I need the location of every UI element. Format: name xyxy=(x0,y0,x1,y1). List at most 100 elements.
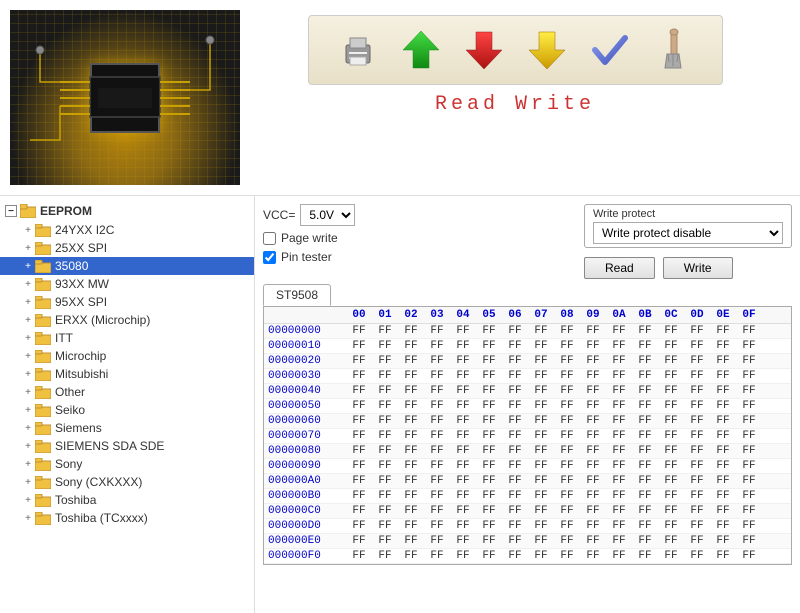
hex-byte-7-4[interactable]: FF xyxy=(452,430,474,442)
hex-byte-4-6[interactable]: FF xyxy=(504,385,526,397)
hex-byte-6-12[interactable]: FF xyxy=(660,415,682,427)
hex-byte-2-5[interactable]: FF xyxy=(478,355,500,367)
hex-byte-4-11[interactable]: FF xyxy=(634,385,656,397)
hex-byte-14-7[interactable]: FF xyxy=(530,535,552,547)
tree-item-24yxx-i2c[interactable]: +24YXX I2C xyxy=(0,221,254,239)
tree-item-sony[interactable]: +Sony xyxy=(0,455,254,473)
hex-byte-9-3[interactable]: FF xyxy=(426,460,448,472)
hex-byte-15-11[interactable]: FF xyxy=(634,550,656,562)
tree-item-siemens-sda-sde[interactable]: +SIEMENS SDA SDE xyxy=(0,437,254,455)
hex-byte-15-10[interactable]: FF xyxy=(608,550,630,562)
hex-byte-10-9[interactable]: FF xyxy=(582,475,604,487)
hex-byte-10-7[interactable]: FF xyxy=(530,475,552,487)
hex-byte-10-12[interactable]: FF xyxy=(660,475,682,487)
hex-byte-11-12[interactable]: FF xyxy=(660,490,682,502)
verify-button[interactable] xyxy=(586,26,634,74)
hex-byte-8-5[interactable]: FF xyxy=(478,445,500,457)
hex-byte-1-3[interactable]: FF xyxy=(426,340,448,352)
tree-item-seiko[interactable]: +Seiko xyxy=(0,401,254,419)
hex-byte-3-15[interactable]: FF xyxy=(738,370,760,382)
hex-byte-2-12[interactable]: FF xyxy=(660,355,682,367)
tree-expander-9[interactable]: + xyxy=(21,385,35,399)
hex-byte-7-5[interactable]: FF xyxy=(478,430,500,442)
tree-expander-15[interactable]: + xyxy=(21,493,35,507)
hex-row-00000000[interactable]: 00000000FFFFFFFFFFFFFFFFFFFFFFFFFFFFFFFF xyxy=(264,324,791,339)
hex-byte-10-8[interactable]: FF xyxy=(556,475,578,487)
hex-byte-10-1[interactable]: FF xyxy=(374,475,396,487)
hex-byte-0-13[interactable]: FF xyxy=(686,325,708,337)
hex-byte-15-0[interactable]: FF xyxy=(348,550,370,562)
tree-expander-3[interactable]: + xyxy=(21,277,35,291)
hex-byte-13-10[interactable]: FF xyxy=(608,520,630,532)
hex-byte-3-11[interactable]: FF xyxy=(634,370,656,382)
hex-byte-0-4[interactable]: FF xyxy=(452,325,474,337)
hex-byte-4-7[interactable]: FF xyxy=(530,385,552,397)
tree-expander-2[interactable]: + xyxy=(21,259,35,273)
hex-byte-10-10[interactable]: FF xyxy=(608,475,630,487)
upload-button[interactable] xyxy=(397,26,445,74)
hex-byte-14-2[interactable]: FF xyxy=(400,535,422,547)
hex-byte-3-5[interactable]: FF xyxy=(478,370,500,382)
write-button[interactable]: Write xyxy=(663,257,733,279)
hex-byte-9-9[interactable]: FF xyxy=(582,460,604,472)
hex-byte-5-5[interactable]: FF xyxy=(478,400,500,412)
hex-byte-0-14[interactable]: FF xyxy=(712,325,734,337)
hex-byte-1-1[interactable]: FF xyxy=(374,340,396,352)
hex-byte-0-2[interactable]: FF xyxy=(400,325,422,337)
hex-byte-14-10[interactable]: FF xyxy=(608,535,630,547)
hex-byte-9-14[interactable]: FF xyxy=(712,460,734,472)
hex-byte-6-6[interactable]: FF xyxy=(504,415,526,427)
tree-expander-6[interactable]: + xyxy=(21,331,35,345)
hex-byte-13-4[interactable]: FF xyxy=(452,520,474,532)
hex-byte-11-10[interactable]: FF xyxy=(608,490,630,502)
hex-byte-9-8[interactable]: FF xyxy=(556,460,578,472)
hex-byte-12-3[interactable]: FF xyxy=(426,505,448,517)
save-button[interactable] xyxy=(523,26,571,74)
hex-byte-6-3[interactable]: FF xyxy=(426,415,448,427)
hex-byte-12-12[interactable]: FF xyxy=(660,505,682,517)
hex-byte-13-2[interactable]: FF xyxy=(400,520,422,532)
hex-byte-5-7[interactable]: FF xyxy=(530,400,552,412)
hex-byte-2-14[interactable]: FF xyxy=(712,355,734,367)
hex-byte-15-8[interactable]: FF xyxy=(556,550,578,562)
hex-byte-12-5[interactable]: FF xyxy=(478,505,500,517)
hex-byte-1-5[interactable]: FF xyxy=(478,340,500,352)
hex-row-000000D0[interactable]: 000000D0FFFFFFFFFFFFFFFFFFFFFFFFFFFFFFFF xyxy=(264,519,791,534)
hex-row-00000010[interactable]: 00000010FFFFFFFFFFFFFFFFFFFFFFFFFFFFFFFF xyxy=(264,339,791,354)
tree-expander-12[interactable]: + xyxy=(21,439,35,453)
hex-byte-5-9[interactable]: FF xyxy=(582,400,604,412)
hex-byte-3-14[interactable]: FF xyxy=(712,370,734,382)
hex-byte-10-6[interactable]: FF xyxy=(504,475,526,487)
hex-byte-12-0[interactable]: FF xyxy=(348,505,370,517)
hex-byte-0-10[interactable]: FF xyxy=(608,325,630,337)
hex-byte-1-10[interactable]: FF xyxy=(608,340,630,352)
hex-byte-0-6[interactable]: FF xyxy=(504,325,526,337)
tree-expander-7[interactable]: + xyxy=(21,349,35,363)
hex-byte-4-0[interactable]: FF xyxy=(348,385,370,397)
hex-row-000000A0[interactable]: 000000A0FFFFFFFFFFFFFFFFFFFFFFFFFFFFFFFF xyxy=(264,474,791,489)
hex-byte-12-11[interactable]: FF xyxy=(634,505,656,517)
hex-byte-3-12[interactable]: FF xyxy=(660,370,682,382)
tree-item-microchip[interactable]: +Microchip xyxy=(0,347,254,365)
hex-byte-13-6[interactable]: FF xyxy=(504,520,526,532)
hex-byte-6-7[interactable]: FF xyxy=(530,415,552,427)
hex-row-00000070[interactable]: 00000070FFFFFFFFFFFFFFFFFFFFFFFFFFFFFFFF xyxy=(264,429,791,444)
hex-byte-1-2[interactable]: FF xyxy=(400,340,422,352)
hex-byte-14-8[interactable]: FF xyxy=(556,535,578,547)
hex-byte-0-7[interactable]: FF xyxy=(530,325,552,337)
hex-byte-0-3[interactable]: FF xyxy=(426,325,448,337)
hex-byte-14-5[interactable]: FF xyxy=(478,535,500,547)
tree-item-erxx-(microchip)[interactable]: +ERXX (Microchip) xyxy=(0,311,254,329)
hex-byte-8-15[interactable]: FF xyxy=(738,445,760,457)
hex-byte-7-8[interactable]: FF xyxy=(556,430,578,442)
tree-expander-11[interactable]: + xyxy=(21,421,35,435)
hex-byte-12-6[interactable]: FF xyxy=(504,505,526,517)
hex-byte-5-0[interactable]: FF xyxy=(348,400,370,412)
hex-byte-12-8[interactable]: FF xyxy=(556,505,578,517)
hex-byte-2-8[interactable]: FF xyxy=(556,355,578,367)
tree-item-sony-(cxkxxx)[interactable]: +Sony (CXKXXX) xyxy=(0,473,254,491)
hex-byte-5-15[interactable]: FF xyxy=(738,400,760,412)
hex-byte-14-6[interactable]: FF xyxy=(504,535,526,547)
hex-byte-8-9[interactable]: FF xyxy=(582,445,604,457)
hex-byte-2-10[interactable]: FF xyxy=(608,355,630,367)
